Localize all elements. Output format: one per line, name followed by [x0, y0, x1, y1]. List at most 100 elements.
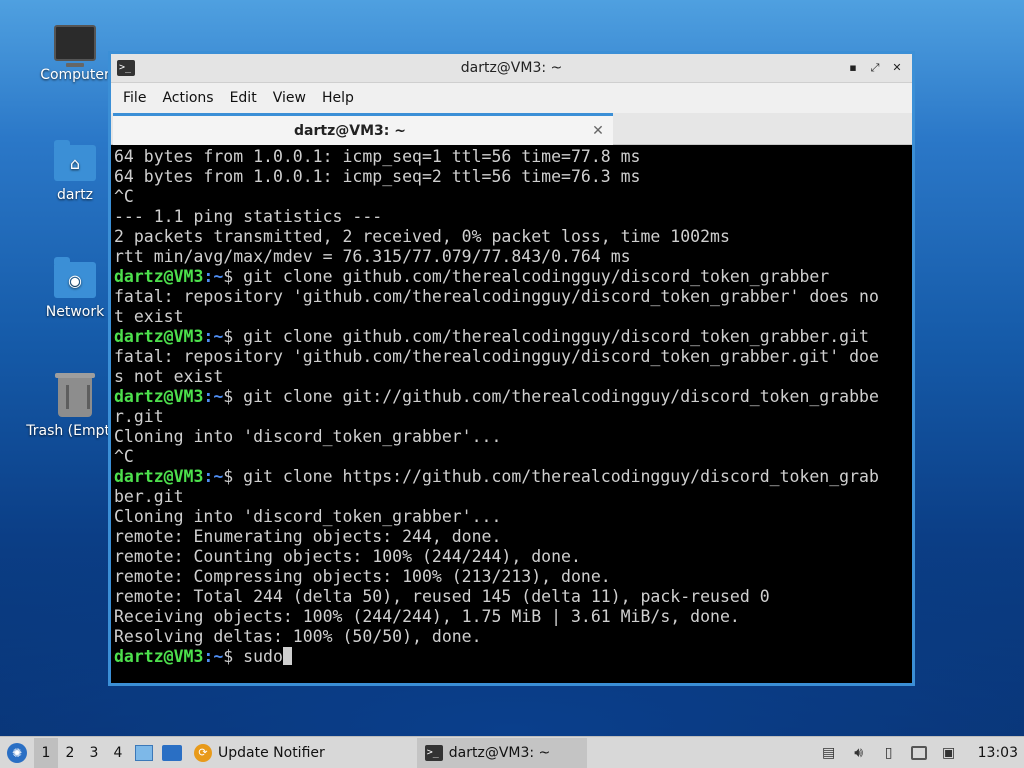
workspace-1[interactable]: 1: [34, 737, 58, 768]
window-title: dartz@VM3: ~: [460, 60, 563, 76]
terminal-line: 64 bytes from 1.0.0.1: icmp_seq=1 ttl=56…: [114, 147, 909, 167]
menu-edit[interactable]: Edit: [222, 83, 265, 113]
terminal-line: remote: Counting objects: 100% (244/244)…: [114, 547, 909, 567]
trash-icon: [55, 373, 95, 417]
prompt-user: dartz@VM3: [114, 387, 204, 406]
terminal-line: fatal: repository 'github.com/therealcod…: [114, 287, 909, 307]
prompt-user: dartz@VM3: [114, 647, 204, 666]
terminal-line: Cloning into 'discord_token_grabber'...: [114, 427, 909, 447]
command-text: $ git clone https://github.com/therealco…: [223, 467, 879, 486]
terminal-app-icon[interactable]: >_: [117, 60, 135, 76]
terminal-line: remote: Compressing objects: 100% (213/2…: [114, 567, 909, 587]
output-text: rtt min/avg/max/mdev = 76.315/77.079/77.…: [114, 247, 631, 266]
tab-close-icon[interactable]: ✕: [587, 123, 609, 139]
terminal-line: r.git: [114, 407, 909, 427]
output-text: 64 bytes from 1.0.0.1: icmp_seq=1 ttl=56…: [114, 147, 641, 166]
volume-icon[interactable]: 🔊︎: [850, 744, 868, 762]
prompt-path: :~: [203, 647, 224, 666]
prompt-user: dartz@VM3: [114, 267, 204, 286]
close-button[interactable]: ✕: [888, 59, 906, 77]
terminal-line: remote: Enumerating objects: 244, done.: [114, 527, 909, 547]
menubar: File Actions Edit View Help: [111, 83, 912, 113]
terminal-line: remote: Total 244 (delta 50), reused 145…: [114, 587, 909, 607]
terminal-line: dartz@VM3:~$ sudo: [114, 647, 909, 667]
terminal-line: t exist: [114, 307, 909, 327]
terminal-line: dartz@VM3:~$ git clone github.com/therea…: [114, 267, 909, 287]
output-text: 64 bytes from 1.0.0.1: icmp_seq=2 ttl=56…: [114, 167, 641, 186]
workspace-4[interactable]: 4: [106, 738, 130, 768]
terminal-task-icon: >_: [424, 744, 443, 761]
home-folder-icon: ⌂: [54, 140, 96, 181]
command-text: $ git clone github.com/therealcodingguy/…: [223, 327, 869, 346]
workspace-3[interactable]: 3: [82, 738, 106, 768]
task-update-notifier[interactable]: ⟳ Update Notifier: [186, 738, 333, 768]
terminal-line: ber.git: [114, 487, 909, 507]
output-text: fatal: repository 'github.com/therealcod…: [114, 347, 879, 366]
output-text: ber.git: [114, 487, 184, 506]
computer-icon: [54, 25, 96, 67]
output-text: remote: Compressing objects: 100% (213/2…: [114, 567, 611, 586]
update-notifier-icon: ⟳: [194, 743, 212, 762]
show-desktop-icon: [162, 744, 182, 761]
command-text: $ git clone git://github.com/therealcodi…: [223, 387, 879, 406]
update-icon[interactable]: ▣: [940, 744, 958, 762]
output-text: remote: Counting objects: 100% (244/244)…: [114, 547, 581, 566]
terminal-line: ^C: [114, 447, 909, 467]
clock[interactable]: 13:03: [978, 745, 1018, 761]
clipboard-icon[interactable]: ▯: [880, 744, 898, 762]
terminal-line: --- 1.1 ping statistics ---: [114, 207, 909, 227]
maximize-button[interactable]: ⤢: [866, 59, 884, 77]
command-text: $ sudo: [223, 647, 283, 666]
window-controls: ▪ ⤢ ✕: [844, 59, 912, 77]
output-text: ^C: [114, 187, 134, 206]
minimize-button[interactable]: ▪: [844, 59, 862, 77]
file-manager-launcher[interactable]: [132, 741, 156, 765]
menu-file[interactable]: File: [115, 83, 154, 113]
terminal-window[interactable]: >_ dartz@VM3: ~ ▪ ⤢ ✕ File Actions Edit …: [110, 53, 913, 684]
prompt-path: :~: [203, 467, 224, 486]
output-text: ^C: [114, 447, 134, 466]
output-text: --- 1.1 ping statistics ---: [114, 207, 383, 226]
lubuntu-logo-icon: ✺: [7, 742, 27, 763]
prompt-user: dartz@VM3: [114, 327, 204, 346]
terminal-line: rtt min/avg/max/mdev = 76.315/77.079/77.…: [114, 247, 909, 267]
terminal-line: dartz@VM3:~$ git clone github.com/therea…: [114, 327, 909, 347]
menu-view[interactable]: View: [265, 83, 314, 113]
terminal-line: Receiving objects: 100% (244/244), 1.75 …: [114, 607, 909, 627]
prompt-path: :~: [203, 387, 224, 406]
file-manager-icon: [135, 744, 153, 761]
menu-help[interactable]: Help: [314, 83, 362, 113]
task-terminal[interactable]: >_ dartz@VM3: ~: [416, 737, 587, 768]
system-tray: ▤ 🔊︎ ▯ ▣ 13:03: [820, 744, 1024, 762]
disk-icon[interactable]: ▤: [820, 744, 838, 762]
show-desktop-launcher[interactable]: [160, 741, 184, 765]
start-menu-button[interactable]: ✺: [2, 738, 32, 768]
prompt-path: :~: [203, 327, 224, 346]
workspace-2[interactable]: 2: [58, 738, 82, 768]
text-cursor: [282, 647, 292, 665]
terminal-line: 64 bytes from 1.0.0.1: icmp_seq=2 ttl=56…: [114, 167, 909, 187]
terminal-output[interactable]: 64 bytes from 1.0.0.1: icmp_seq=1 ttl=56…: [111, 145, 912, 683]
terminal-line: Cloning into 'discord_token_grabber'...: [114, 507, 909, 527]
network-icon[interactable]: [910, 744, 928, 762]
tab-terminal[interactable]: dartz@VM3: ~ ✕: [113, 113, 613, 145]
output-text: Receiving objects: 100% (244/244), 1.75 …: [114, 607, 740, 626]
output-text: 2 packets transmitted, 2 received, 0% pa…: [114, 227, 730, 246]
output-text: remote: Total 244 (delta 50), reused 145…: [114, 587, 770, 606]
tab-label: dartz@VM3: ~: [294, 122, 406, 139]
prompt-path: :~: [203, 267, 224, 286]
terminal-line: 2 packets transmitted, 2 received, 0% pa…: [114, 227, 909, 247]
output-text: fatal: repository 'github.com/therealcod…: [114, 287, 879, 306]
terminal-line: dartz@VM3:~$ git clone https://github.co…: [114, 467, 909, 487]
tab-bar: dartz@VM3: ~ ✕: [111, 113, 912, 145]
task-label: Update Notifier: [218, 744, 325, 761]
workspace-switcher: 1 2 3 4: [34, 737, 130, 768]
output-text: r.git: [114, 407, 164, 426]
output-text: remote: Enumerating objects: 244, done.: [114, 527, 502, 546]
window-titlebar[interactable]: >_ dartz@VM3: ~ ▪ ⤢ ✕: [111, 54, 912, 83]
command-text: $ git clone github.com/therealcodingguy/…: [223, 267, 830, 286]
output-text: Cloning into 'discord_token_grabber'...: [114, 427, 502, 446]
terminal-line: Resolving deltas: 100% (50/50), done.: [114, 627, 909, 647]
menu-actions[interactable]: Actions: [154, 83, 221, 113]
terminal-line: fatal: repository 'github.com/therealcod…: [114, 347, 909, 367]
